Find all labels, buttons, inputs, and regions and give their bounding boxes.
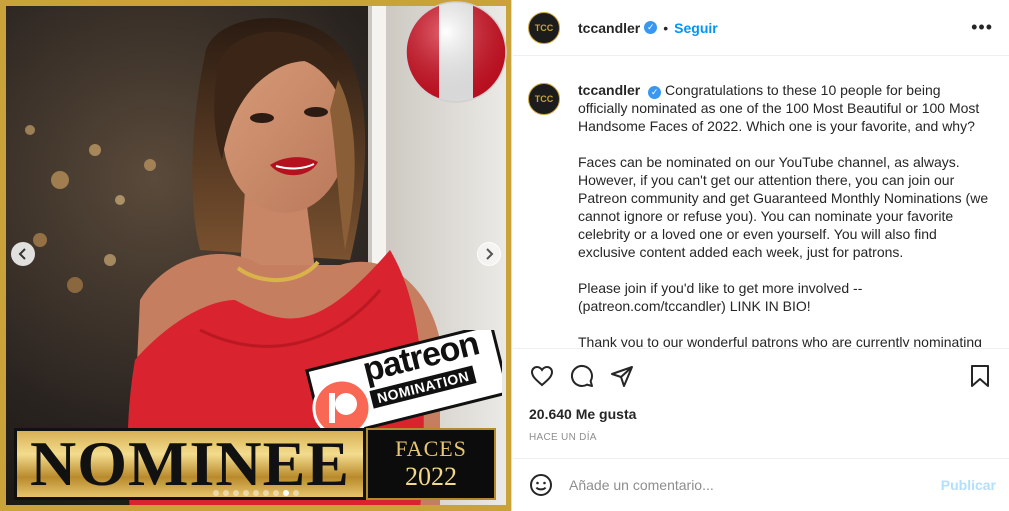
- more-options-icon[interactable]: •••: [971, 17, 993, 38]
- caption-paragraph: Faces can be nominated on our YouTube ch…: [578, 154, 989, 260]
- post-actions: 20.640 Me gusta HACE UN DÍA: [513, 348, 1009, 443]
- carousel-dot: [223, 490, 229, 496]
- caption-scroll-area[interactable]: TCC tccandler ✓ Congratulations to these…: [513, 57, 1009, 347]
- share-button[interactable]: [609, 363, 635, 389]
- carousel-dot: [293, 490, 299, 496]
- carousel-dot: [253, 490, 259, 496]
- emoji-icon: [530, 474, 552, 496]
- caption-body: tccandler ✓ Congratulations to these 10 …: [578, 81, 993, 347]
- faces-year: 2022: [405, 462, 457, 491]
- caption-paragraph: Please join if you'd like to get more in…: [578, 280, 863, 314]
- carousel-prev-button[interactable]: [11, 242, 35, 266]
- verified-icon: ✓: [644, 21, 658, 34]
- chevron-right-icon: [486, 248, 494, 260]
- chevron-left-icon: [18, 248, 26, 260]
- bookmark-icon: [971, 365, 989, 387]
- carousel-dot: [233, 490, 239, 496]
- carousel-next-button[interactable]: [477, 242, 501, 266]
- post-timestamp[interactable]: HACE UN DÍA: [529, 432, 993, 443]
- post-media[interactable]: patreon NOMINATION NOMINEE FACES 2022: [0, 0, 512, 511]
- post-header: TCC tccandler ✓ • Seguir •••: [513, 0, 1009, 56]
- caption-username[interactable]: tccandler: [578, 82, 640, 98]
- verified-icon: ✓: [648, 85, 662, 99]
- share-icon: [611, 366, 633, 387]
- caption-paragraph: Thank you to our wonderful patrons who a…: [578, 334, 982, 347]
- comment-button[interactable]: [569, 363, 595, 389]
- carousel-dot: [263, 490, 269, 496]
- carousel-dot: [273, 490, 279, 496]
- like-button[interactable]: [529, 363, 555, 389]
- heart-icon: [530, 365, 554, 387]
- like-count[interactable]: 20.640 Me gusta: [529, 406, 993, 422]
- faces-2022-badge: FACES 2022: [366, 428, 496, 500]
- peru-flag-icon: [405, 1, 507, 103]
- carousel-dot: [283, 490, 289, 496]
- caption-paragraph: tccandler ✓ Congratulations to these 10 …: [578, 81, 993, 135]
- caption-avatar[interactable]: TCC: [528, 83, 560, 115]
- nominee-banner: NOMINEE: [14, 428, 366, 500]
- carousel-dot: [243, 490, 249, 496]
- faces-label: FACES: [395, 436, 467, 461]
- comment-input[interactable]: [569, 477, 941, 493]
- post-sidebar: TCC tccandler ✓ • Seguir ••• TCC tccandl…: [513, 0, 1009, 511]
- follow-button[interactable]: Seguir: [674, 20, 718, 36]
- avatar[interactable]: TCC: [528, 11, 560, 44]
- carousel-dots: [213, 490, 299, 496]
- nominee-text: NOMINEE: [30, 428, 350, 499]
- carousel-dot: [213, 490, 219, 496]
- comment-icon: [570, 364, 593, 387]
- save-button[interactable]: [967, 363, 993, 389]
- username-link[interactable]: tccandler: [578, 20, 640, 36]
- comment-bar: Publicar: [513, 458, 1009, 511]
- emoji-button[interactable]: [529, 473, 553, 497]
- publish-button[interactable]: Publicar: [941, 477, 996, 493]
- action-row: [529, 361, 993, 391]
- separator: •: [663, 19, 669, 36]
